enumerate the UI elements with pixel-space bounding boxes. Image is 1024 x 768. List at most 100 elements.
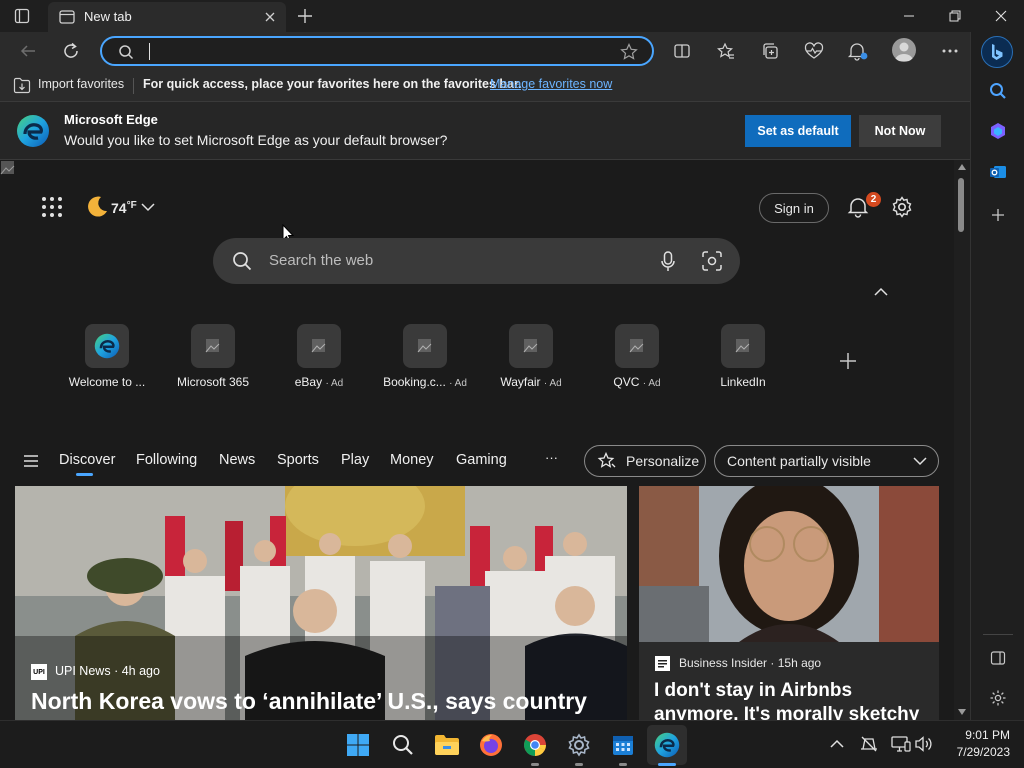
add-sidebar-app-icon[interactable]	[986, 203, 1010, 227]
scroll-up-arrow-icon[interactable]	[958, 164, 966, 170]
firefox-icon[interactable]	[477, 731, 505, 759]
new-tab-button[interactable]	[296, 7, 314, 25]
personalize-button[interactable]: Personalize	[584, 445, 706, 477]
weather-temperature[interactable]: 74°F	[111, 200, 137, 216]
moon-weather-icon[interactable]	[84, 194, 110, 220]
file-explorer-icon[interactable]	[433, 731, 461, 759]
main-story-headline[interactable]: North Korea vows to ‘annihilate’ U.S., s…	[31, 688, 587, 715]
restore-button[interactable]	[932, 0, 978, 32]
import-favorites-button[interactable]: Import favorites	[38, 77, 124, 91]
add-quick-link-icon[interactable]	[839, 352, 857, 370]
visual-search-icon[interactable]	[702, 251, 722, 271]
set-as-default-button[interactable]: Set as default	[745, 115, 851, 147]
edge-taskbar-icon[interactable]	[653, 731, 681, 759]
not-now-button[interactable]: Not Now	[859, 115, 941, 147]
quick-link-label: Wayfair	[500, 375, 541, 389]
clock-date[interactable]: 7/29/2023	[940, 745, 1010, 759]
personalize-label: Personalize	[626, 453, 700, 469]
main-story-age: · 4h ago	[114, 664, 160, 678]
side-story-headline-line1[interactable]: I don't stay in Airbnbs	[654, 680, 852, 702]
tab-new-tab[interactable]: New tab	[48, 2, 286, 32]
scroll-down-arrow-icon[interactable]	[958, 709, 966, 715]
collapse-chevron-up-icon[interactable]	[874, 287, 888, 296]
page-scrollbar[interactable]	[954, 160, 970, 720]
menu-hamburger-icon[interactable]	[24, 455, 38, 467]
tab-gaming[interactable]: Gaming	[456, 452, 507, 468]
profile-avatar[interactable]	[892, 38, 916, 62]
tab-discover[interactable]: Discover	[59, 452, 115, 468]
side-story-age: · 15h ago	[770, 656, 822, 670]
calendar-app-icon[interactable]	[609, 731, 637, 759]
favbar-divider	[133, 78, 134, 94]
sidebar-settings-icon[interactable]	[986, 686, 1010, 710]
taskbar-search-icon[interactable]	[389, 731, 417, 759]
settings-more-icon[interactable]	[939, 40, 961, 62]
side-story-source: Business Insider · 15h ago	[679, 656, 821, 670]
quick-link-linkedin[interactable]: LinkedIn	[691, 324, 795, 389]
manage-favorites-link[interactable]: Manage favorites now	[490, 77, 612, 91]
tab-following[interactable]: Following	[136, 452, 197, 468]
main-story-card[interactable]: UPI UPI News · 4h ago North Korea vows t…	[15, 486, 627, 720]
clock-time[interactable]: 9:01 PM	[954, 728, 1010, 742]
content-visibility-dropdown[interactable]: Content partially visible	[714, 445, 939, 477]
text-caret	[149, 43, 150, 60]
web-search-input[interactable]: Search the web	[269, 252, 373, 269]
ad-label: · Ad	[642, 378, 661, 389]
close-tab-icon[interactable]	[264, 11, 276, 23]
volume-icon[interactable]	[915, 736, 933, 752]
hide-sidebar-icon[interactable]	[986, 646, 1010, 670]
broken-image-icon	[191, 324, 235, 368]
split-screen-icon[interactable]	[671, 40, 693, 62]
close-window-button[interactable]	[978, 0, 1024, 32]
network-disconnected-icon[interactable]	[860, 736, 878, 752]
windows-start-icon[interactable]	[344, 731, 372, 759]
outlook-icon[interactable]	[986, 160, 1010, 184]
windows-settings-icon[interactable]	[565, 731, 593, 759]
quick-link-label: eBay	[294, 375, 323, 389]
browser-toolbar	[0, 32, 970, 70]
chevron-down-icon[interactable]	[141, 203, 155, 212]
tab-money[interactable]: Money	[390, 452, 434, 468]
quick-link-microsoft-365[interactable]: Microsoft 365	[161, 324, 265, 389]
side-story-card[interactable]: Business Insider · 15h ago I don't stay …	[639, 486, 939, 720]
copilot-icon[interactable]	[986, 119, 1010, 143]
notifications-toolbar-icon[interactable]	[847, 40, 869, 62]
quick-link-label: Microsoft 365	[176, 375, 250, 389]
minimize-button[interactable]	[886, 0, 932, 32]
side-story-headline-line2[interactable]: anymore. It's morally sketchy	[654, 704, 919, 720]
upi-logo-icon: UPI	[31, 664, 47, 680]
tab-play[interactable]: Play	[341, 452, 369, 468]
refresh-icon[interactable]	[60, 40, 82, 62]
add-favorite-star-icon[interactable]	[620, 43, 638, 61]
edge-tile-icon	[85, 324, 129, 368]
apps-launcher-icon[interactable]	[41, 196, 63, 218]
web-search-box[interactable]: Search the web	[213, 238, 740, 284]
bing-chat-icon[interactable]	[981, 36, 1013, 68]
notification-count-badge: 2	[866, 192, 881, 207]
collections-icon[interactable]	[759, 40, 781, 62]
quick-link-ebay[interactable]: eBay · Ad	[267, 324, 371, 389]
tab-news[interactable]: News	[219, 452, 255, 468]
browser-essentials-icon[interactable]	[803, 40, 825, 62]
chrome-icon[interactable]	[521, 731, 549, 759]
tab-sports[interactable]: Sports	[277, 452, 319, 468]
quick-link-welcome[interactable]: Welcome to ...	[55, 324, 159, 389]
show-hidden-icons-chevron-icon[interactable]	[830, 739, 844, 748]
more-tabs-button[interactable]: ···	[545, 450, 558, 465]
quick-link-qvc[interactable]: QVC · Ad	[585, 324, 689, 389]
microphone-icon[interactable]	[661, 251, 675, 273]
sign-in-button[interactable]: Sign in	[759, 193, 829, 223]
prompt-title: Microsoft Edge	[64, 112, 158, 127]
quick-link-label: Welcome to ...	[68, 375, 146, 389]
quick-link-booking[interactable]: Booking.c... · Ad	[373, 324, 477, 389]
address-bar[interactable]	[100, 36, 654, 66]
tab-actions-icon[interactable]	[14, 8, 30, 24]
page-settings-gear-icon[interactable]	[891, 196, 913, 218]
favorites-icon[interactable]	[715, 40, 737, 62]
scroll-thumb[interactable]	[958, 178, 964, 232]
sidebar-search-icon[interactable]	[986, 79, 1010, 103]
display-icon[interactable]	[891, 736, 911, 752]
import-favorites-icon[interactable]	[13, 77, 31, 94]
back-icon[interactable]	[17, 40, 39, 62]
quick-link-wayfair[interactable]: Wayfair · Ad	[479, 324, 583, 389]
